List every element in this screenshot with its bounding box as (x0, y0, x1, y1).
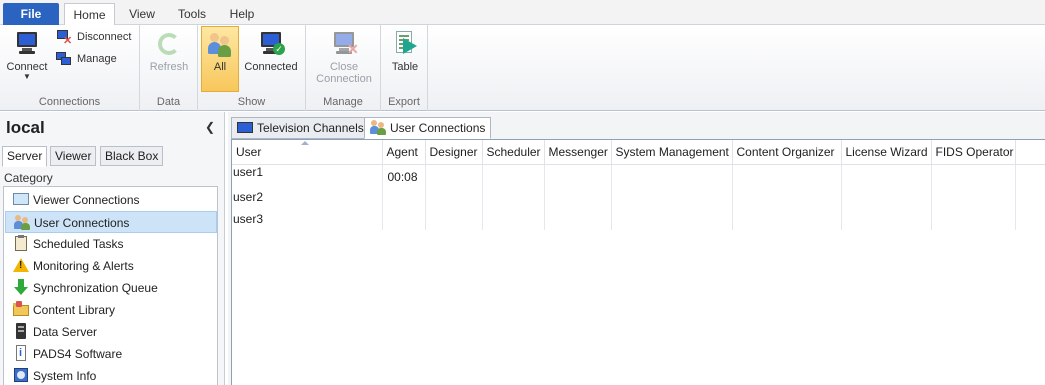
category-viewer-connections[interactable]: Viewer Connections (5, 189, 217, 211)
tab-user-connections[interactable]: User Connections (364, 117, 492, 139)
tab-television-channels[interactable]: Television Channels (231, 117, 370, 139)
disconnect-button[interactable]: ✕ Disconnect (56, 27, 131, 47)
column-header-system-management[interactable]: System Management (611, 140, 733, 165)
column-header-messenger[interactable]: Messenger (544, 140, 612, 165)
monitor-icon (12, 29, 42, 59)
users-icon (370, 119, 386, 135)
close-connection-button[interactable]: ✕ Close Connection (311, 27, 377, 91)
dropdown-arrow-icon[interactable]: ▼ (3, 73, 51, 81)
ribbon-tab-bar: File Home View Tools Help (0, 0, 1045, 26)
system-info-icon (13, 367, 29, 383)
show-group-label: Show (237, 96, 266, 108)
data-group: Refresh Data (140, 25, 198, 111)
column-header-content-organizer[interactable]: Content Organizer (732, 140, 842, 165)
table-export-icon (390, 29, 420, 59)
show-all-button[interactable]: All (201, 26, 239, 92)
category-data-server[interactable]: Data Server (5, 321, 217, 343)
tab-view[interactable]: View (121, 3, 163, 26)
column-header-filler (1015, 140, 1045, 165)
warning-icon: ! (13, 257, 29, 273)
monitor-icon (237, 119, 253, 135)
clipboard-icon (13, 235, 29, 251)
tab-server[interactable]: Server (2, 146, 48, 167)
users-icon (14, 214, 30, 230)
server-title: local (6, 118, 45, 137)
ribbon: Connect ▼ ✕ Disconnect Manage Connection… (0, 25, 1045, 111)
collapse-chevron-icon[interactable]: ❮ (205, 120, 215, 134)
cell-user: user3 (232, 208, 383, 230)
server-icon (13, 323, 29, 339)
cell-agent: 00:08 (382, 164, 426, 186)
refresh-button[interactable]: Refresh (145, 27, 193, 83)
connected-icon: ✓ (256, 29, 286, 59)
close-connection-icon: ✕ (329, 29, 359, 59)
category-content-library[interactable]: Content Library (5, 299, 217, 321)
category-user-connections[interactable]: User Connections (5, 211, 217, 233)
export-table-button[interactable]: Table (386, 27, 424, 83)
table-row[interactable]: user3 (232, 208, 1045, 230)
column-header-agent[interactable]: Agent (382, 140, 426, 165)
connections-group-label: Connections (38, 96, 101, 108)
manage-icon (56, 51, 72, 67)
column-header-user[interactable]: User (232, 140, 383, 165)
users-icon (205, 29, 235, 59)
manage-group: ✕ Close Connection Manage (306, 25, 381, 111)
column-header-scheduler[interactable]: Scheduler (482, 140, 545, 165)
show-group: All ✓ Connected Show (198, 25, 306, 111)
table-row[interactable]: user1 00:08 (232, 164, 1045, 186)
category-label: Category (4, 171, 53, 185)
column-header-license-wizard[interactable]: License Wizard (841, 140, 932, 165)
show-connected-button[interactable]: ✓ Connected (242, 27, 300, 83)
tab-help[interactable]: Help (221, 3, 263, 26)
down-arrow-icon (13, 279, 29, 295)
info-icon: i (13, 345, 29, 361)
tab-viewer[interactable]: Viewer (50, 146, 97, 166)
main-panel: Television Channels User Connections Use… (228, 112, 1045, 385)
category-pads4-software[interactable]: i PADS4 Software (5, 343, 217, 365)
category-monitoring-alerts[interactable]: ! Monitoring & Alerts (5, 255, 217, 277)
tab-black-box[interactable]: Black Box (100, 146, 164, 166)
connections-group: Connect ▼ ✕ Disconnect Manage Connection… (0, 25, 140, 111)
refresh-icon (154, 29, 184, 59)
sort-ascending-icon (301, 141, 309, 145)
table-header-row: User Agent Designer Scheduler Messenger … (232, 140, 1045, 165)
column-header-fids-operator[interactable]: FIDS Operator (931, 140, 1016, 165)
disconnect-icon: ✕ (56, 29, 72, 47)
connections-table: User Agent Designer Scheduler Messenger … (232, 140, 1045, 230)
cell-agent (382, 186, 426, 208)
folder-icon (13, 301, 29, 317)
manage-group-label: Manage (323, 96, 363, 108)
category-list: Viewer Connections User Connections Sche… (3, 186, 218, 385)
screen-icon (13, 191, 29, 207)
user-connections-grid: User Agent Designer Scheduler Messenger … (231, 139, 1045, 385)
connect-button[interactable]: Connect ▼ (3, 27, 51, 91)
left-panel: local ❮ Server Viewer Black Box Category… (0, 112, 225, 385)
data-group-label: Data (156, 96, 181, 108)
cell-user: user1 (232, 164, 383, 186)
category-synchronization-queue[interactable]: Synchronization Queue (5, 277, 217, 299)
tab-tools[interactable]: Tools (170, 3, 214, 26)
export-group: Table Export (381, 25, 428, 111)
table-row[interactable]: user2 (232, 186, 1045, 208)
cell-user: user2 (232, 186, 383, 208)
file-tab[interactable]: File (3, 3, 59, 25)
category-scheduled-tasks[interactable]: Scheduled Tasks (5, 233, 217, 255)
cell-agent (382, 208, 426, 230)
category-system-info[interactable]: System Info (5, 365, 217, 385)
column-header-designer[interactable]: Designer (425, 140, 483, 165)
export-group-label: Export (388, 96, 420, 108)
tab-home[interactable]: Home (64, 3, 115, 26)
manage-button[interactable]: Manage (56, 49, 117, 69)
